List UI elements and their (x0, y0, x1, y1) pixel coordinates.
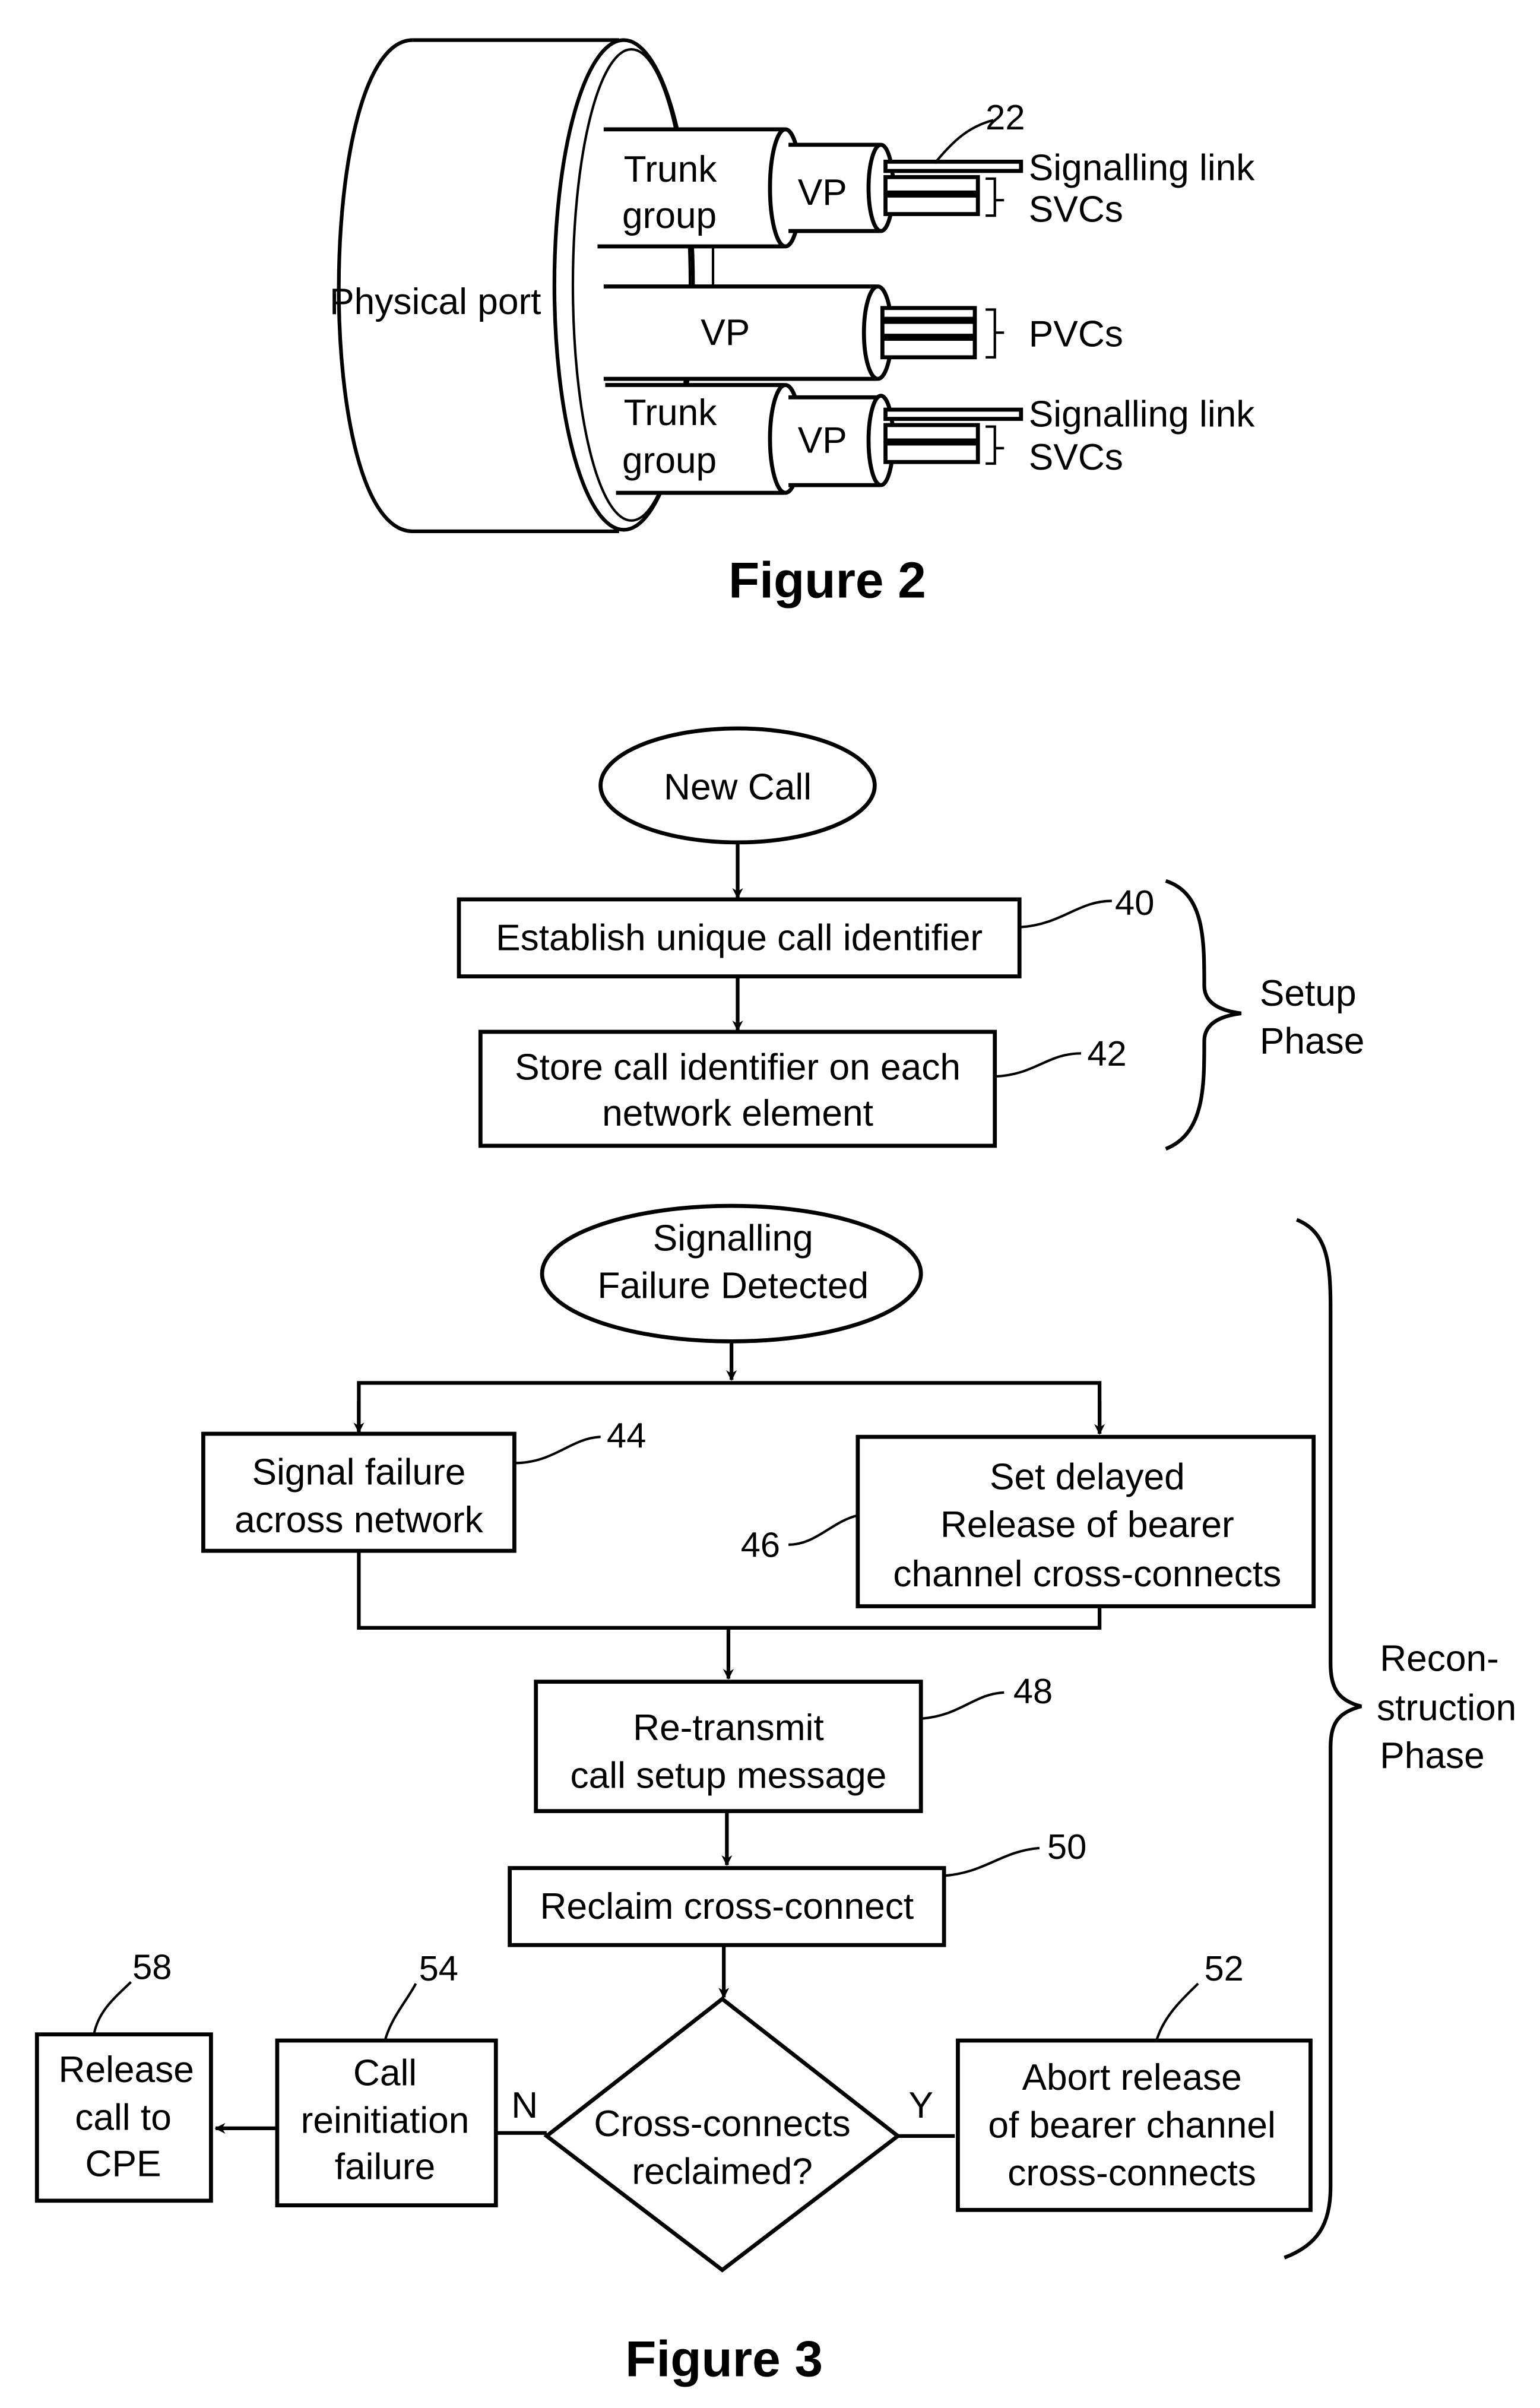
decision-text-line2: reclaimed? (632, 2151, 812, 2192)
lower-signalling-link (883, 407, 1024, 421)
ref-48: 48 (1013, 1671, 1053, 1711)
upper-vp-label: VP (798, 172, 847, 213)
pvc-2 (880, 319, 977, 338)
no-label: N (511, 2085, 538, 2126)
upper-trunk-line2: group (622, 195, 717, 236)
ref-22: 22 (986, 97, 1025, 137)
ref-52: 52 (1205, 1948, 1244, 1988)
step-54-text-line2: reinitiation (301, 2100, 470, 2141)
ref-46: 46 (741, 1525, 780, 1565)
step-48-text-line1: Re-transmit (633, 1707, 824, 1748)
step-58-text-line2: call to (75, 2098, 172, 2138)
step-46-text-line3: channel cross-connects (893, 1554, 1281, 1595)
lower-trunk-line2: group (622, 440, 717, 481)
lower-svc-2 (883, 441, 980, 464)
setup-phase-brace (1165, 879, 1242, 1151)
ref-50: 50 (1047, 1827, 1086, 1867)
yes-label: Y (908, 2085, 933, 2126)
setup-phase-label-line2: Phase (1260, 1021, 1365, 1062)
ref-58: 58 (132, 1947, 172, 1986)
figure-2-caption: Figure 2 (728, 552, 926, 609)
upper-svc-1 (883, 175, 980, 195)
decision-text-line1: Cross-connects (594, 2103, 850, 2144)
reconstruction-label-line2: struction (1377, 1688, 1516, 1729)
middle-vp-label: VP (701, 312, 750, 353)
lower-svcs-label: SVCs (1029, 437, 1123, 478)
step-40-text: Establish unique call identifier (496, 918, 983, 959)
physical-port-label: Physical port (329, 281, 541, 322)
step-50-text: Reclaim cross-connect (540, 1886, 914, 1927)
reconstruction-label-line1: Recon- (1380, 1639, 1499, 1680)
step-58-text-line3: CPE (85, 2143, 161, 2184)
lower-trunk-group: Trunk group VP Signalling link SVCs (605, 383, 1256, 495)
signalling-failure-line1: Signalling (653, 1218, 813, 1259)
step-46-text-line1: Set delayed (990, 1456, 1185, 1497)
pvc-3 (880, 337, 977, 360)
step-42-text-line1: Store call identifier on each (515, 1047, 961, 1088)
patent-drawing-sheet: Physical port Trunk group VP 22 Signalli… (34, 38, 1516, 2388)
step-52-text-line1: Abort release (1022, 2057, 1241, 2098)
step-44-text-line2: across network (235, 1500, 483, 1541)
upper-signalling-label: Signalling link (1029, 148, 1256, 189)
upper-signalling-link (883, 160, 1024, 173)
step-54-text-line1: Call (353, 2052, 417, 2093)
ref-54: 54 (419, 1948, 458, 1988)
upper-trunk-group: Trunk group VP 22 Signalling link SVCs (597, 97, 1256, 249)
lower-vp-label: VP (798, 420, 847, 461)
lower-svc-1 (883, 423, 980, 443)
step-48-text-line2: call setup message (571, 1756, 887, 1797)
ref-40: 40 (1115, 883, 1154, 923)
new-call-label: New Call (664, 766, 812, 807)
signalling-failure-line2: Failure Detected (597, 1266, 869, 1307)
reconstruction-label-line3: Phase (1380, 1735, 1485, 1776)
figure-3-caption: Figure 3 (625, 2331, 823, 2388)
upper-svc-2 (883, 194, 980, 216)
split-connector (357, 1381, 1102, 1431)
step-58-text-line1: Release (59, 2049, 194, 2090)
pvcs-label: PVCs (1029, 314, 1123, 355)
step-44-text-line1: Signal failure (252, 1452, 465, 1493)
lower-trunk-line1: Trunk (624, 392, 718, 433)
upper-trunk-line1: Trunk (624, 149, 718, 190)
ref-44: 44 (607, 1415, 646, 1455)
step-42-text-line2: network element (602, 1093, 873, 1134)
setup-phase-label-line1: Setup (1260, 973, 1357, 1014)
step-46-text-line2: Release of bearer (940, 1504, 1234, 1545)
middle-vp: VP PVCs (603, 284, 1123, 381)
figure-2: Physical port Trunk group VP 22 Signalli… (329, 38, 1256, 609)
step-52-text-line3: cross-connects (1007, 2153, 1256, 2194)
step-52-text-line2: of bearer channel (988, 2105, 1276, 2146)
pvc-1 (880, 306, 977, 321)
lower-signalling-label: Signalling link (1029, 394, 1256, 435)
figure-3: New Call Establish unique call identifie… (34, 726, 1516, 2388)
ref-42: 42 (1087, 1034, 1126, 1073)
step-54-text-line3: failure (335, 2147, 436, 2188)
upper-svcs-label: SVCs (1029, 189, 1123, 230)
